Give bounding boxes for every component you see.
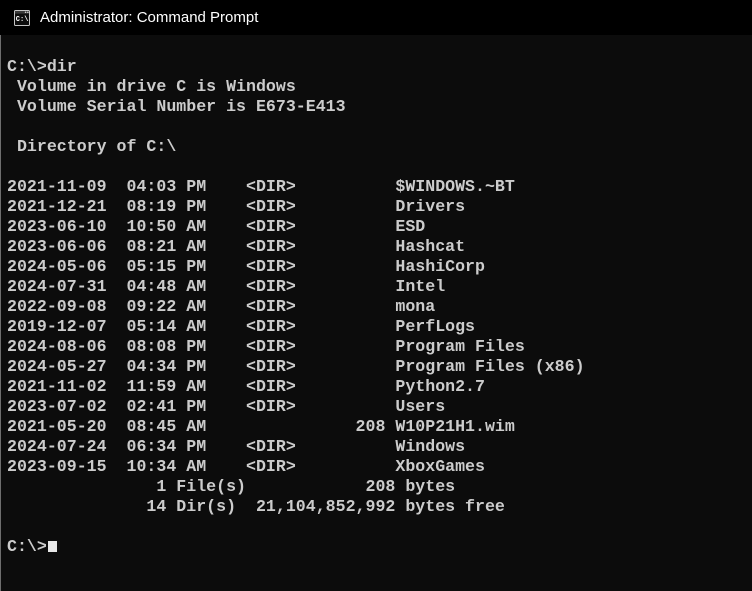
- terminal-line: 1 File(s) 208 bytes: [7, 477, 456, 496]
- terminal-line: 2024-07-31 04:48 AM <DIR> Intel: [7, 277, 446, 296]
- cmd-icon: C:\: [14, 9, 30, 26]
- terminal-line: 2023-09-15 10:34 AM <DIR> XboxGames: [7, 457, 485, 476]
- terminal-line: C:\>dir: [7, 57, 77, 76]
- svg-text:C:\: C:\: [16, 16, 29, 24]
- terminal-line: 2021-11-02 11:59 AM <DIR> Python2.7: [7, 377, 485, 396]
- terminal-line: 2024-08-06 08:08 PM <DIR> Program Files: [7, 337, 525, 356]
- terminal-lines: C:\>dir Volume in drive C is Windows Vol…: [7, 57, 752, 537]
- terminal-line: Volume in drive C is Windows: [7, 77, 296, 96]
- text-cursor: [47, 541, 57, 552]
- terminal-line: 2024-05-27 04:34 PM <DIR> Program Files …: [7, 357, 585, 376]
- title-bar: C:\ Administrator: Command Prompt: [0, 0, 752, 35]
- prompt-line[interactable]: C:\>: [7, 537, 752, 557]
- terminal-line: 2023-07-02 02:41 PM <DIR> Users: [7, 397, 446, 416]
- terminal-line: 2019-12-07 05:14 AM <DIR> PerfLogs: [7, 317, 476, 336]
- terminal-line: 2022-09-08 09:22 AM <DIR> mona: [7, 297, 436, 316]
- terminal[interactable]: C:\>dir Volume in drive C is Windows Vol…: [0, 35, 752, 591]
- terminal-line: 2021-05-20 08:45 AM 208 W10P21H1.wim: [7, 417, 515, 436]
- terminal-line: Directory of C:\: [7, 137, 177, 156]
- terminal-line: 2024-07-24 06:34 PM <DIR> Windows: [7, 437, 466, 456]
- terminal-line: 2021-12-21 08:19 PM <DIR> Drivers: [7, 197, 466, 216]
- terminal-line: 2023-06-10 10:50 AM <DIR> ESD: [7, 217, 426, 236]
- terminal-line: 2021-11-09 04:03 PM <DIR> $WINDOWS.~BT: [7, 177, 515, 196]
- window-title: Administrator: Command Prompt: [40, 9, 259, 26]
- terminal-line: 2023-06-06 08:21 AM <DIR> Hashcat: [7, 237, 466, 256]
- terminal-line: 14 Dir(s) 21,104,852,992 bytes free: [7, 497, 505, 516]
- prompt-text: C:\>: [7, 537, 47, 556]
- terminal-line: Volume Serial Number is E673-E413: [7, 97, 346, 116]
- terminal-line: 2024-05-06 05:15 PM <DIR> HashiCorp: [7, 257, 485, 276]
